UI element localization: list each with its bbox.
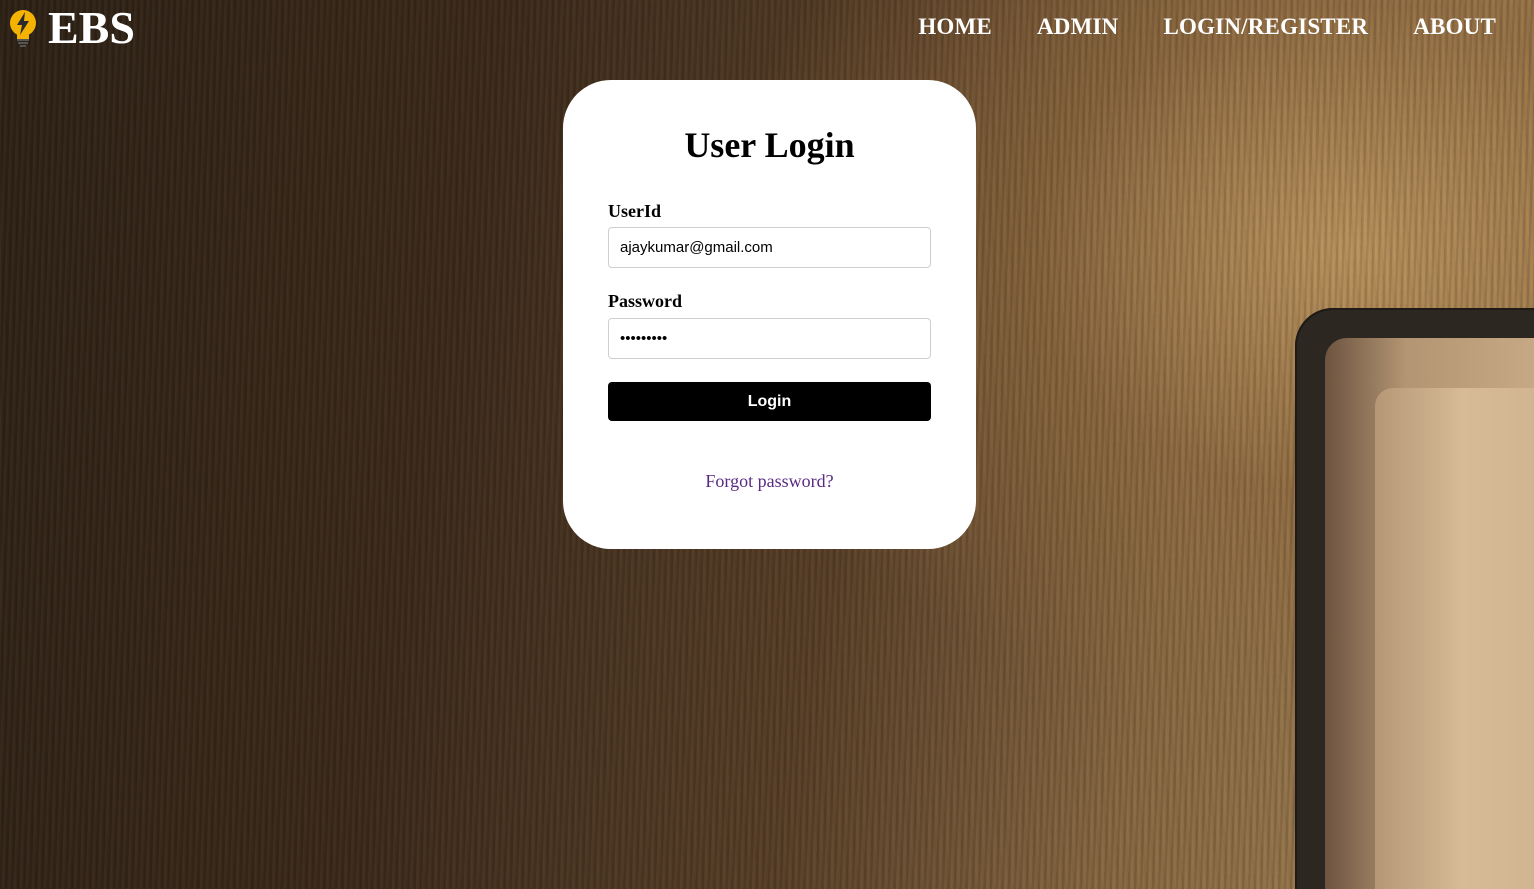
- outlet-frame: [1325, 338, 1534, 889]
- userid-input[interactable]: [608, 227, 931, 268]
- login-title: User Login: [684, 125, 855, 165]
- brand[interactable]: EBS: [6, 4, 135, 52]
- forgot-password-link[interactable]: Forgot password?: [563, 471, 976, 492]
- nav-about-link[interactable]: ABOUT: [1413, 14, 1496, 40]
- lightbulb-bolt-icon: [10, 10, 36, 47]
- nav-login-register-link[interactable]: LOGIN/REGISTER: [1163, 14, 1368, 40]
- userid-label: UserId: [608, 201, 661, 221]
- nav-links: HOME ADMIN LOGIN/REGISTER ABOUT: [918, 14, 1496, 40]
- password-label: Password: [608, 291, 683, 311]
- nav-admin-link[interactable]: ADMIN: [1037, 14, 1119, 40]
- login-card: User Login UserId Password Login Forgot …: [563, 80, 976, 549]
- outlet-face: [1375, 388, 1534, 889]
- brand-name: EBS: [48, 2, 135, 53]
- navbar: EBS HOME ADMIN LOGIN/REGISTER ABOUT: [0, 0, 1534, 56]
- wall-outlet-image: [1295, 308, 1534, 889]
- password-input[interactable]: [608, 318, 931, 359]
- login-button[interactable]: Login: [608, 382, 931, 421]
- nav-home-link[interactable]: HOME: [918, 14, 992, 40]
